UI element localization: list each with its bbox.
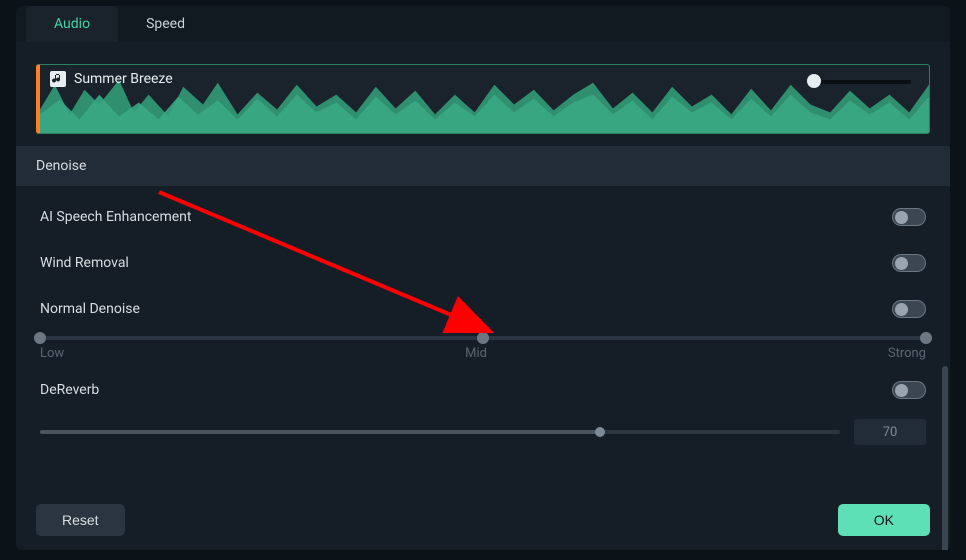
ai-speech-label: AI Speech Enhancement xyxy=(40,209,191,225)
dereverb-label: DeReverb xyxy=(40,382,99,398)
dereverb-value-box[interactable]: 70 xyxy=(854,419,926,445)
option-ai-speech: AI Speech Enhancement xyxy=(16,194,950,240)
dereverb-slider-row: 70 xyxy=(16,413,950,445)
content-area: Summer Breeze Denoise AI Speech Enhancem… xyxy=(16,42,950,550)
dereverb-toggle[interactable] xyxy=(892,381,926,399)
ai-speech-toggle[interactable] xyxy=(892,208,926,226)
option-wind-removal: Wind Removal xyxy=(16,240,950,286)
normal-denoise-toggle[interactable] xyxy=(892,300,926,318)
tab-bar: Audio Speed xyxy=(16,6,950,42)
normal-denoise-slider-row: Low Mid Strong xyxy=(16,336,950,367)
normal-denoise-label: Normal Denoise xyxy=(40,301,140,317)
options-list: AI Speech Enhancement Wind Removal Norma… xyxy=(16,186,950,488)
footer-buttons: Reset OK xyxy=(16,488,950,550)
wind-removal-toggle[interactable] xyxy=(892,254,926,272)
reset-button[interactable]: Reset xyxy=(36,504,125,536)
tab-audio[interactable]: Audio xyxy=(26,6,118,42)
option-normal-denoise: Normal Denoise xyxy=(16,286,950,332)
waveform-graphic xyxy=(40,65,929,134)
music-note-icon xyxy=(50,71,66,87)
audio-track[interactable]: Summer Breeze xyxy=(36,64,930,134)
track-volume-slider-track[interactable] xyxy=(811,80,911,84)
tab-speed[interactable]: Speed xyxy=(118,6,213,42)
slider-label-strong: Strong xyxy=(888,346,926,361)
ok-button[interactable]: OK xyxy=(838,504,930,536)
audio-panel: Audio Speed Summer Breeze Denoise AI Spe… xyxy=(16,6,950,550)
normal-denoise-thumb-strong[interactable] xyxy=(920,332,932,344)
track-header: Summer Breeze xyxy=(50,71,173,87)
option-dereverb: DeReverb xyxy=(16,367,950,413)
normal-denoise-thumb-mid[interactable] xyxy=(477,332,489,344)
scrollbar[interactable] xyxy=(942,366,948,550)
normal-denoise-thumb-low[interactable] xyxy=(34,332,46,344)
dereverb-slider[interactable] xyxy=(40,430,840,434)
normal-denoise-slider[interactable] xyxy=(40,336,926,340)
dereverb-slider-thumb[interactable] xyxy=(595,427,605,437)
slider-label-low: Low xyxy=(40,346,64,361)
wind-removal-label: Wind Removal xyxy=(40,255,129,271)
normal-denoise-labels: Low Mid Strong xyxy=(40,346,926,361)
track-volume-slider-thumb[interactable] xyxy=(807,74,821,88)
slider-label-mid: Mid xyxy=(465,346,487,361)
denoise-section-header: Denoise xyxy=(16,146,950,186)
track-title: Summer Breeze xyxy=(74,71,173,87)
